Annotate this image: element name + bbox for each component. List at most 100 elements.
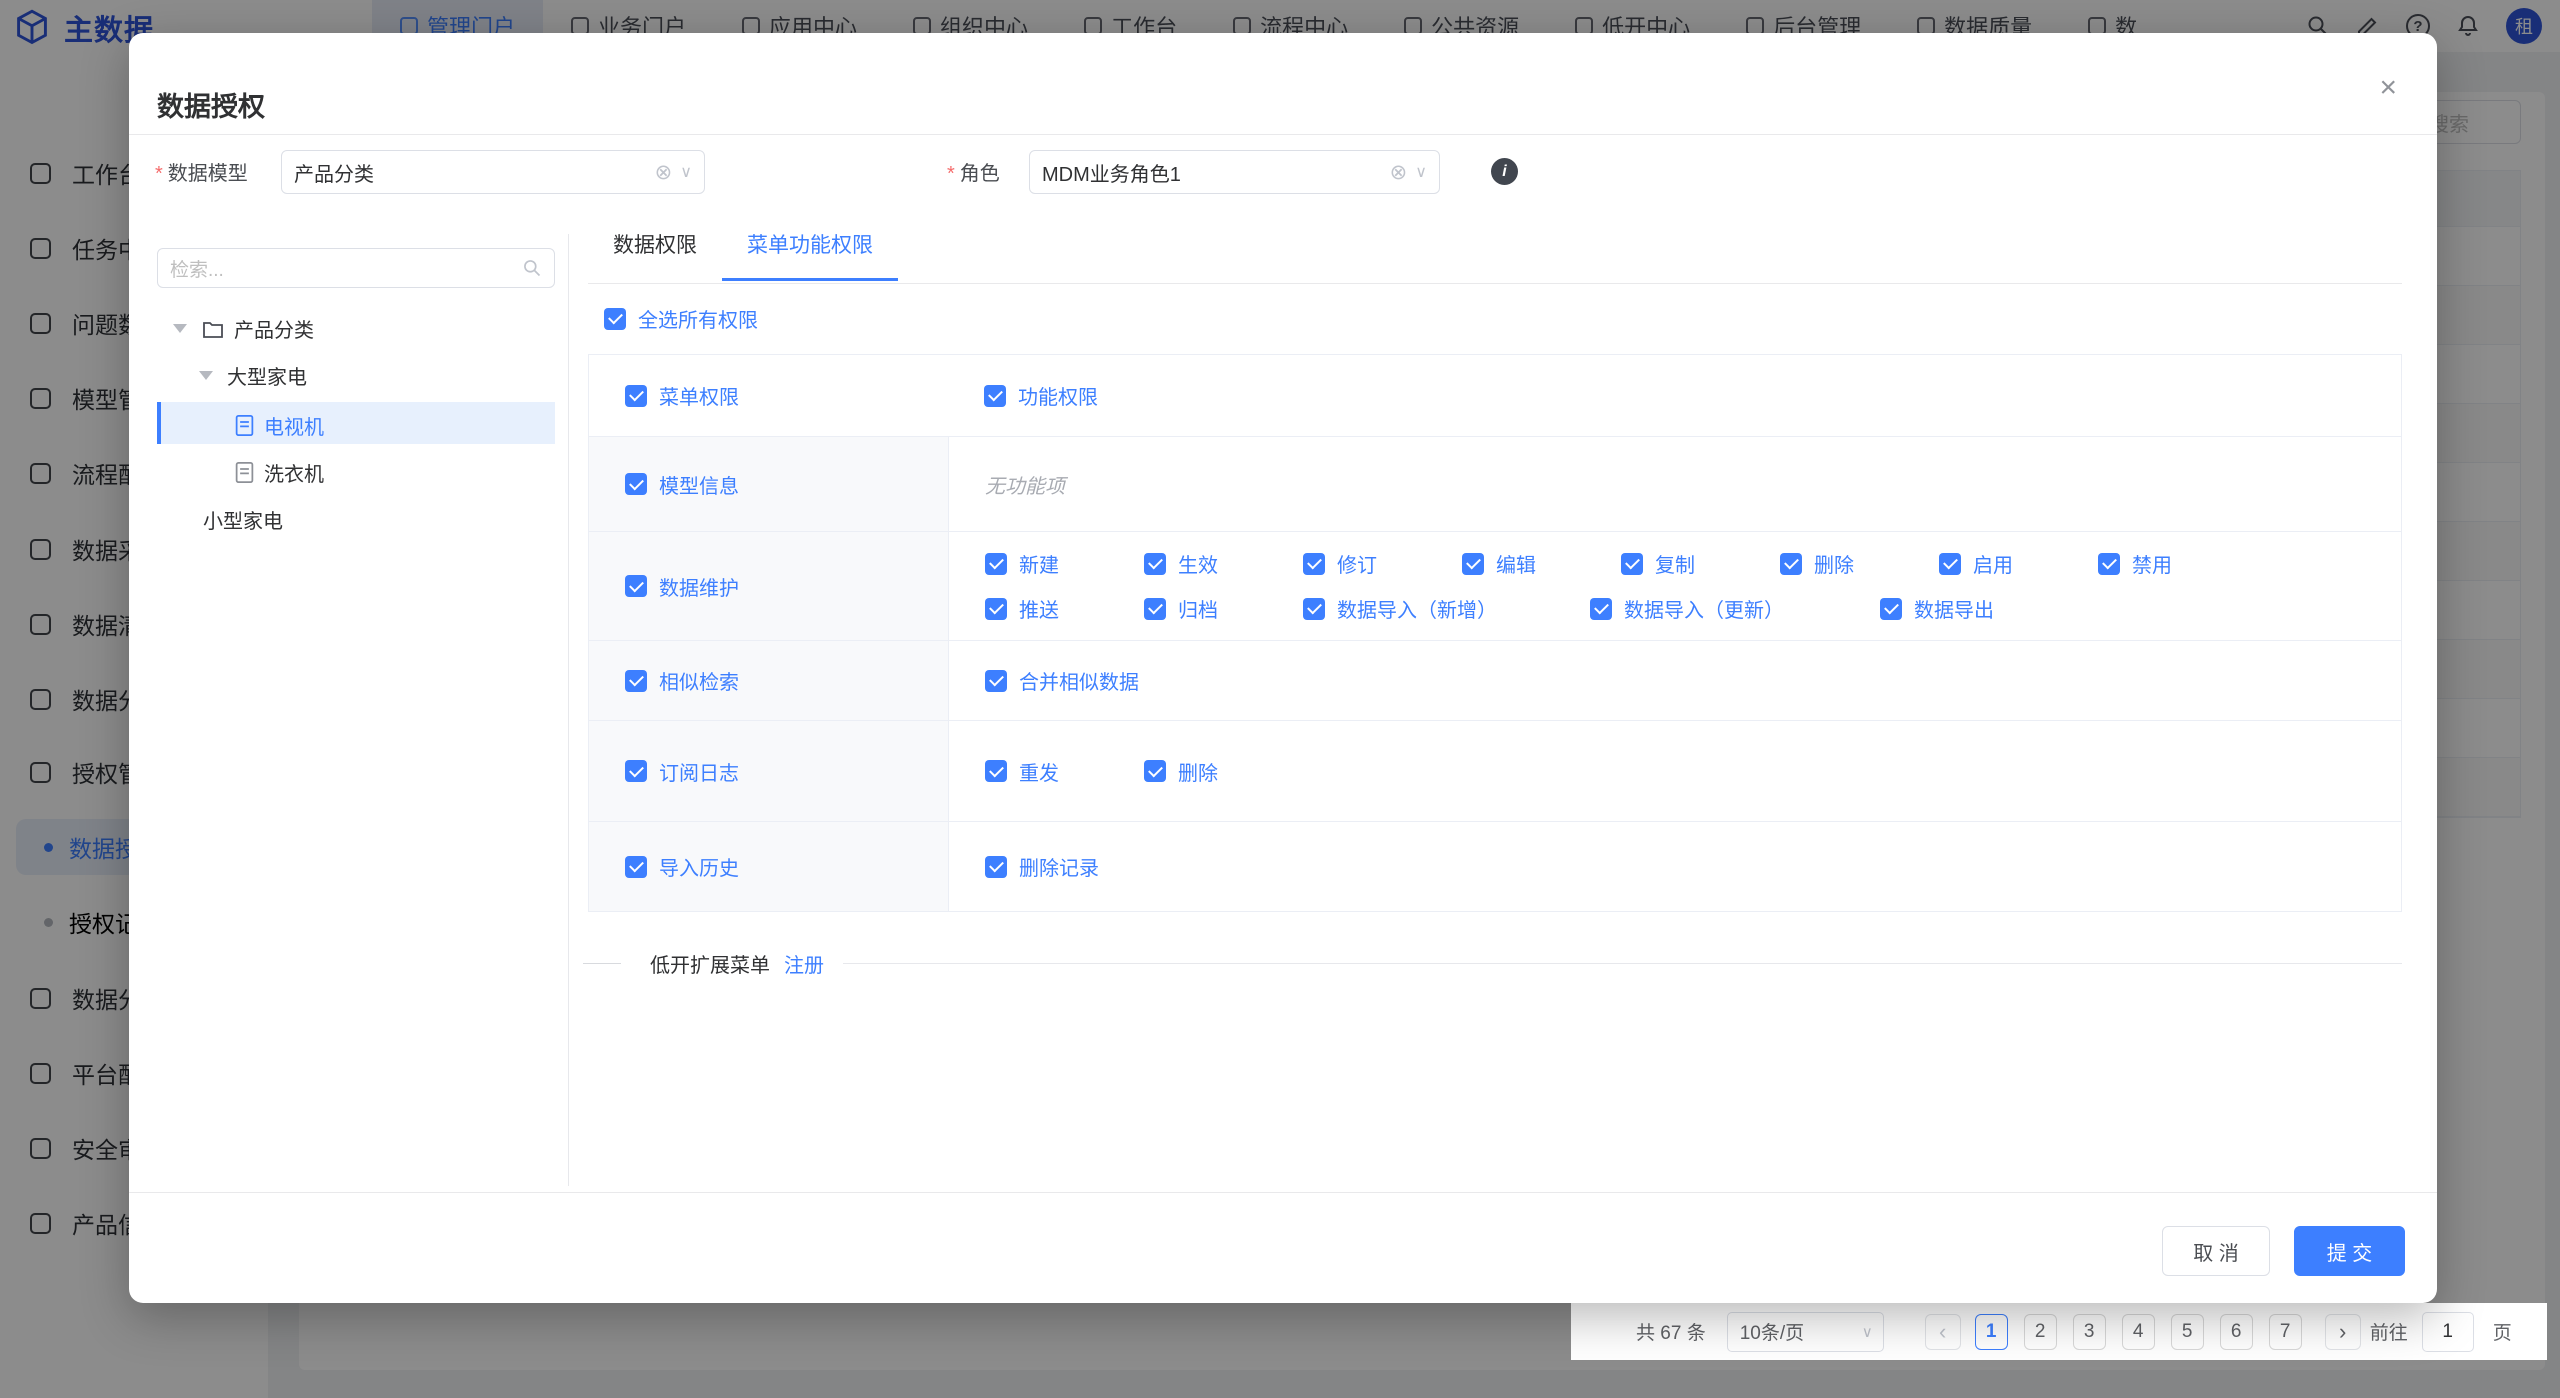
doc-icon: [234, 461, 255, 484]
folder-icon: [201, 317, 225, 341]
permission-table: 菜单权限 功能权限 模型信息 无功能项 数据维护: [588, 354, 2402, 912]
page-button-2[interactable]: 2: [2024, 1314, 2057, 1350]
tab-menu-function-permission[interactable]: 菜单功能权限: [722, 229, 898, 281]
modal-header-divider: [129, 134, 2437, 135]
edit-checkbox[interactable]: [1462, 553, 1484, 575]
page-button-5[interactable]: 5: [2171, 1314, 2204, 1350]
fn-delete: 删除: [1780, 549, 1939, 578]
cancel-button[interactable]: 取 消: [2162, 1226, 2270, 1276]
fn-delete-record: 删除记录: [985, 852, 1099, 881]
divider-line: [843, 963, 2402, 964]
jump-label: 前往: [2370, 1318, 2408, 1345]
caret-down-icon[interactable]: [199, 371, 213, 380]
function-line-2: 推送 归档 数据导入（新增） 数据导入（更新） 数据导出: [985, 594, 2257, 623]
required-asterisk: *: [155, 163, 163, 185]
menu-cell: 相似检索: [589, 641, 948, 720]
fn-edit: 编辑: [1462, 549, 1621, 578]
log-delete-checkbox[interactable]: [1144, 760, 1166, 782]
data-model-select[interactable]: 产品分类 ⊗ ∨: [281, 150, 705, 194]
fn-import-update: 数据导入（更新）: [1590, 594, 1880, 623]
jump-page-input[interactable]: 1: [2422, 1312, 2474, 1352]
model-info-checkbox[interactable]: [625, 473, 647, 495]
data-auth-modal: 数据授权 × *数据模型 产品分类 ⊗ ∨ *角色 MDM业务角色1 ⊗ ∨ i…: [129, 33, 2437, 1303]
select-all-checkbox[interactable]: [604, 308, 626, 330]
create-checkbox[interactable]: [985, 553, 1007, 575]
effect-checkbox[interactable]: [1144, 553, 1166, 575]
fn-log-delete: 删除: [1144, 757, 1218, 786]
chevron-down-icon: ∨: [680, 162, 692, 182]
page-button-7[interactable]: 7: [2269, 1314, 2302, 1350]
info-icon[interactable]: i: [1491, 158, 1518, 185]
subscribe-log-checkbox[interactable]: [625, 760, 647, 782]
disable-checkbox[interactable]: [2098, 553, 2120, 575]
tree-node-washer[interactable]: 洗衣机: [234, 458, 324, 487]
table-row-model-info: 模型信息 无功能项: [589, 437, 2401, 532]
revise-checkbox[interactable]: [1303, 553, 1325, 575]
import-history-checkbox[interactable]: [625, 856, 647, 878]
modal-title: 数据授权: [157, 85, 265, 124]
page-button-6[interactable]: 6: [2220, 1314, 2253, 1350]
menu-cell: 数据维护: [589, 532, 948, 640]
enable-checkbox[interactable]: [1939, 553, 1961, 575]
menu-cell: 订阅日志: [589, 721, 948, 821]
import-update-checkbox[interactable]: [1590, 598, 1612, 620]
similar-search-checkbox[interactable]: [625, 670, 647, 692]
clear-icon[interactable]: ⊗: [1390, 160, 1408, 185]
function-cell: 新建 生效 修订 编辑 复制 删除 启用 禁用 推送 归档 数据导入: [948, 532, 2401, 640]
pagination-bar: 共 67 条 10条/页 ∨ ‹ 1 2 3 4 5 6 7 › 前往 1 页: [1571, 1303, 2547, 1360]
page-button-4[interactable]: 4: [2122, 1314, 2155, 1350]
caret-down-icon[interactable]: [173, 324, 187, 333]
fn-revise: 修订: [1303, 549, 1462, 578]
select-all-row: 全选所有权限: [604, 304, 758, 333]
merge-similar-checkbox[interactable]: [985, 670, 1007, 692]
chevron-down-icon: ∨: [1415, 162, 1427, 182]
page-size-select[interactable]: 10条/页 ∨: [1727, 1312, 1884, 1352]
menu-permission-header: 菜单权限: [589, 355, 948, 436]
tree-node-parent[interactable]: 大型家电: [199, 361, 307, 390]
extension-label: 低开扩展菜单: [650, 949, 770, 978]
function-cell: 无功能项: [948, 437, 2401, 531]
tree-node-small-appliance[interactable]: 小型家电: [203, 505, 283, 534]
close-icon[interactable]: ×: [2379, 73, 2397, 103]
fn-enable: 启用: [1939, 549, 2098, 578]
page-button-3[interactable]: 3: [2073, 1314, 2106, 1350]
pagination-total: 共 67 条: [1636, 1318, 1706, 1345]
prev-page-button[interactable]: ‹: [1925, 1314, 1961, 1350]
divider-dash: [583, 963, 621, 964]
resend-checkbox[interactable]: [985, 760, 1007, 782]
export-checkbox[interactable]: [1880, 598, 1902, 620]
register-link[interactable]: 注册: [784, 949, 824, 978]
delete-checkbox[interactable]: [1780, 553, 1802, 575]
menu-permission-checkbox[interactable]: [625, 385, 647, 407]
page-button-1[interactable]: 1: [1975, 1314, 2008, 1350]
modal-footer-divider: [129, 1192, 2437, 1193]
role-select[interactable]: MDM业务角色1 ⊗ ∨: [1029, 150, 1440, 194]
tree-node-tv-selected[interactable]: 电视机: [234, 411, 324, 440]
permission-tabs: 数据权限 菜单功能权限: [588, 229, 898, 281]
menu-cell: 模型信息: [589, 437, 948, 531]
delete-record-checkbox[interactable]: [985, 856, 1007, 878]
fn-push: 推送: [985, 594, 1144, 623]
tree-selected-row-bg: [157, 402, 555, 444]
chevron-down-icon: ∨: [1862, 1323, 1873, 1341]
archive-checkbox[interactable]: [1144, 598, 1166, 620]
function-cell: 重发 删除: [948, 721, 2401, 821]
submit-button[interactable]: 提 交: [2294, 1226, 2405, 1276]
fn-copy: 复制: [1621, 549, 1780, 578]
data-maintain-checkbox[interactable]: [625, 575, 647, 597]
table-row-import-history: 导入历史 删除记录: [589, 822, 2401, 911]
fn-archive: 归档: [1144, 594, 1303, 623]
copy-checkbox[interactable]: [1621, 553, 1643, 575]
tree-node-root[interactable]: 产品分类: [173, 314, 314, 343]
function-permission-checkbox[interactable]: [984, 385, 1006, 407]
jump-unit: 页: [2493, 1318, 2512, 1345]
tab-data-permission[interactable]: 数据权限: [588, 229, 722, 281]
push-checkbox[interactable]: [985, 598, 1007, 620]
tree-search-input[interactable]: 检索...: [157, 248, 555, 288]
next-page-button[interactable]: ›: [2325, 1314, 2361, 1350]
function-line-1: 新建 生效 修订 编辑 复制 删除 启用 禁用: [985, 549, 2257, 578]
clear-icon[interactable]: ⊗: [655, 160, 673, 185]
table-row-similar-search: 相似检索 合并相似数据: [589, 641, 2401, 721]
table-row-data-maintain: 数据维护 新建 生效 修订 编辑 复制 删除 启用 禁用: [589, 532, 2401, 641]
import-new-checkbox[interactable]: [1303, 598, 1325, 620]
